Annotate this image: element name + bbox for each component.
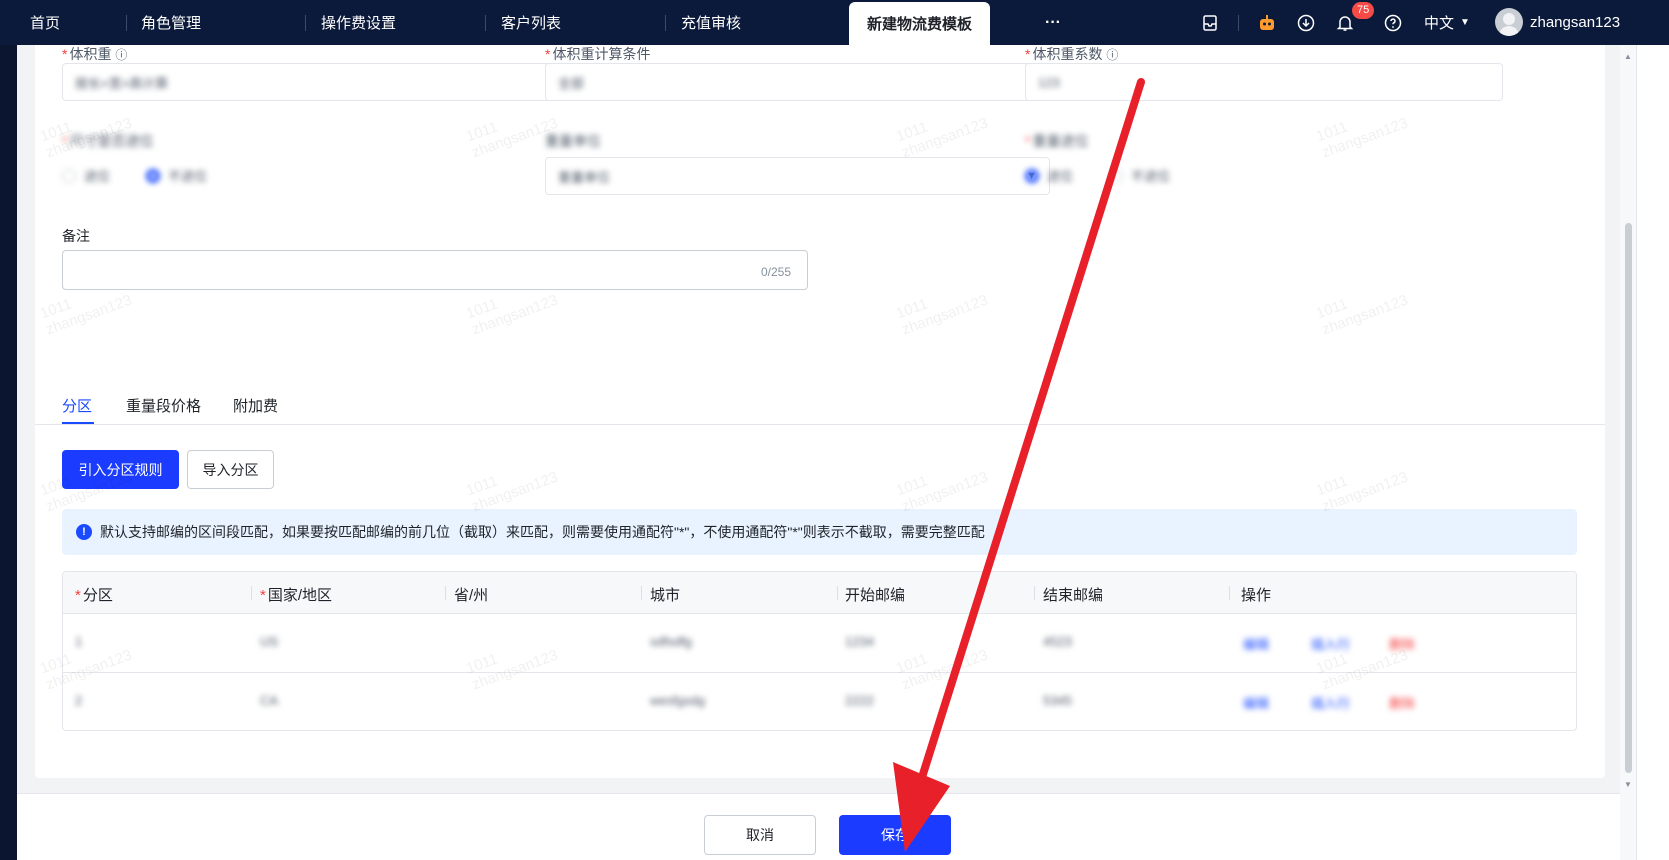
- help-icon: ⓘ: [1106, 48, 1119, 62]
- tab-surcharge[interactable]: 附加费: [233, 395, 278, 416]
- tab-weight-price[interactable]: 重量段价格: [126, 395, 201, 416]
- insert-row-link[interactable]: 插入行: [1311, 693, 1350, 712]
- edit-link[interactable]: 编辑: [1243, 693, 1269, 712]
- cancel-button[interactable]: 取消: [704, 815, 816, 855]
- robot-icon[interactable]: [1255, 0, 1279, 45]
- remark-textarea[interactable]: 0/255: [62, 250, 808, 290]
- import-zone-rules-button[interactable]: 引入分区规则: [62, 450, 179, 489]
- tab-divider: [485, 15, 486, 31]
- import-zone-button[interactable]: 导入分区: [187, 450, 274, 489]
- scroll-up-icon[interactable]: ▲: [1624, 52, 1632, 61]
- table-row: 2 CA wesfgsdg 2222 5345 编辑 插入行 删除: [63, 673, 1576, 730]
- tab-divider: [126, 15, 127, 31]
- radio-weight-no-round[interactable]: 不进位: [1109, 166, 1170, 185]
- tab-divider: [35, 424, 1605, 425]
- table-header: * 分区 * 国家/地区 省/州 城市 开始邮编 结束邮编 操作: [63, 572, 1576, 614]
- delete-link[interactable]: 删除: [1389, 634, 1415, 653]
- tab-recharge-review[interactable]: 充值审核: [681, 0, 741, 45]
- size-round-label: * 尺寸是否进位: [62, 133, 154, 149]
- col-actions: 操作: [1241, 587, 1272, 604]
- username[interactable]: zhangsan123: [1530, 0, 1630, 45]
- notification-badge: 75: [1352, 2, 1375, 19]
- page-content: *体积重 ⓘ 按长×宽×高计算 ▼ *体积重计算条件 全部 ▼ *体积重系数 ⓘ…: [17, 45, 1620, 860]
- radio-weight-round[interactable]: 进位: [1025, 166, 1073, 185]
- remark-label: 备注: [62, 228, 90, 244]
- col-country: * 国家/地区: [260, 587, 333, 604]
- col-province: 省/州: [454, 587, 489, 604]
- download-icon[interactable]: [1294, 0, 1318, 45]
- col-start-zip: 开始邮编: [845, 587, 906, 604]
- radio-no-round[interactable]: 不进位: [146, 166, 207, 185]
- col-end-zip: 结束邮编: [1043, 587, 1104, 604]
- form-card: *体积重 ⓘ 按长×宽×高计算 ▼ *体积重计算条件 全部 ▼ *体积重系数 ⓘ…: [35, 45, 1605, 398]
- form-footer: 取消 保存: [17, 793, 1620, 860]
- tab-customer-list[interactable]: 客户列表: [501, 0, 561, 45]
- info-notice: ! 默认支持邮编的区间段匹配，如果要按匹配邮编的前几位（截取）来匹配，则需要使用…: [62, 509, 1577, 555]
- zone-table: * 分区 * 国家/地区 省/州 城市 开始邮编 结束邮编 操作 1 US sdfs…: [62, 571, 1577, 731]
- weight-unit-label: 重量单位: [545, 133, 601, 149]
- notice-text: 默认支持邮编的区间段匹配，如果要按匹配邮编的前几位（截取）来匹配，则需要使用通配…: [100, 524, 985, 540]
- avatar[interactable]: [1495, 8, 1523, 36]
- help-icon: ⓘ: [115, 48, 128, 62]
- volume-condition-label: * 体积重计算条件: [545, 46, 651, 62]
- top-navigation-bar: 首页 角色管理 操作费设置 客户列表 充值审核 新建物流费模板 ··· 75 中…: [0, 0, 1669, 45]
- toolbar-divider: [1238, 15, 1239, 31]
- edit-link[interactable]: 编辑: [1243, 634, 1269, 653]
- help-icon[interactable]: [1381, 0, 1405, 45]
- weight-unit-select[interactable]: 重量单位 ▼: [545, 157, 1050, 195]
- volume-weight-label: * 体积重 ⓘ: [62, 46, 128, 62]
- volume-condition-select[interactable]: 全部 ▼: [545, 63, 1050, 101]
- language-label: 中文: [1424, 15, 1455, 32]
- scroll-down-icon[interactable]: ▼: [1624, 780, 1632, 789]
- remark-counter: 0/255: [760, 265, 791, 279]
- inbox-icon[interactable]: [1198, 0, 1222, 45]
- tab-home[interactable]: 首页: [30, 0, 60, 45]
- more-tabs-icon[interactable]: ···: [1038, 0, 1068, 45]
- tab-divider: [305, 15, 306, 31]
- col-zone: * 分区: [75, 587, 113, 604]
- tab-role-management[interactable]: 角色管理: [141, 0, 201, 45]
- tab-new-logistics-template[interactable]: 新建物流费模板: [849, 2, 991, 45]
- scrollbar-thumb[interactable]: [1625, 223, 1632, 773]
- table-row: 1 US sdfsdfg 1234 4523 编辑 插入行 删除: [63, 614, 1576, 673]
- zone-card: 分区 重量段价格 附加费 引入分区规则 导入分区 ! 默认支持邮编的区间段匹配，…: [35, 373, 1605, 778]
- tab-zone[interactable]: 分区: [62, 395, 92, 416]
- delete-link[interactable]: 删除: [1389, 693, 1415, 712]
- col-city: 城市: [650, 587, 681, 604]
- weight-round-label: * 重量进位: [1025, 133, 1089, 149]
- info-icon: !: [76, 524, 92, 540]
- volume-coeff-input[interactable]: 123: [1025, 63, 1503, 101]
- insert-row-link[interactable]: 插入行: [1311, 634, 1350, 653]
- tab-divider: [665, 15, 666, 31]
- side-panel: [1636, 45, 1669, 860]
- caret-down-icon: ▼: [1460, 17, 1470, 28]
- volume-coeff-label: * 体积重系数 ⓘ: [1025, 46, 1119, 62]
- language-selector[interactable]: 中文 ▼: [1419, 0, 1475, 45]
- tab-operation-fee[interactable]: 操作费设置: [321, 0, 396, 45]
- save-button[interactable]: 保存: [839, 815, 951, 855]
- volume-weight-select[interactable]: 按长×宽×高计算 ▼: [62, 63, 567, 101]
- radio-round[interactable]: 进位: [62, 166, 110, 185]
